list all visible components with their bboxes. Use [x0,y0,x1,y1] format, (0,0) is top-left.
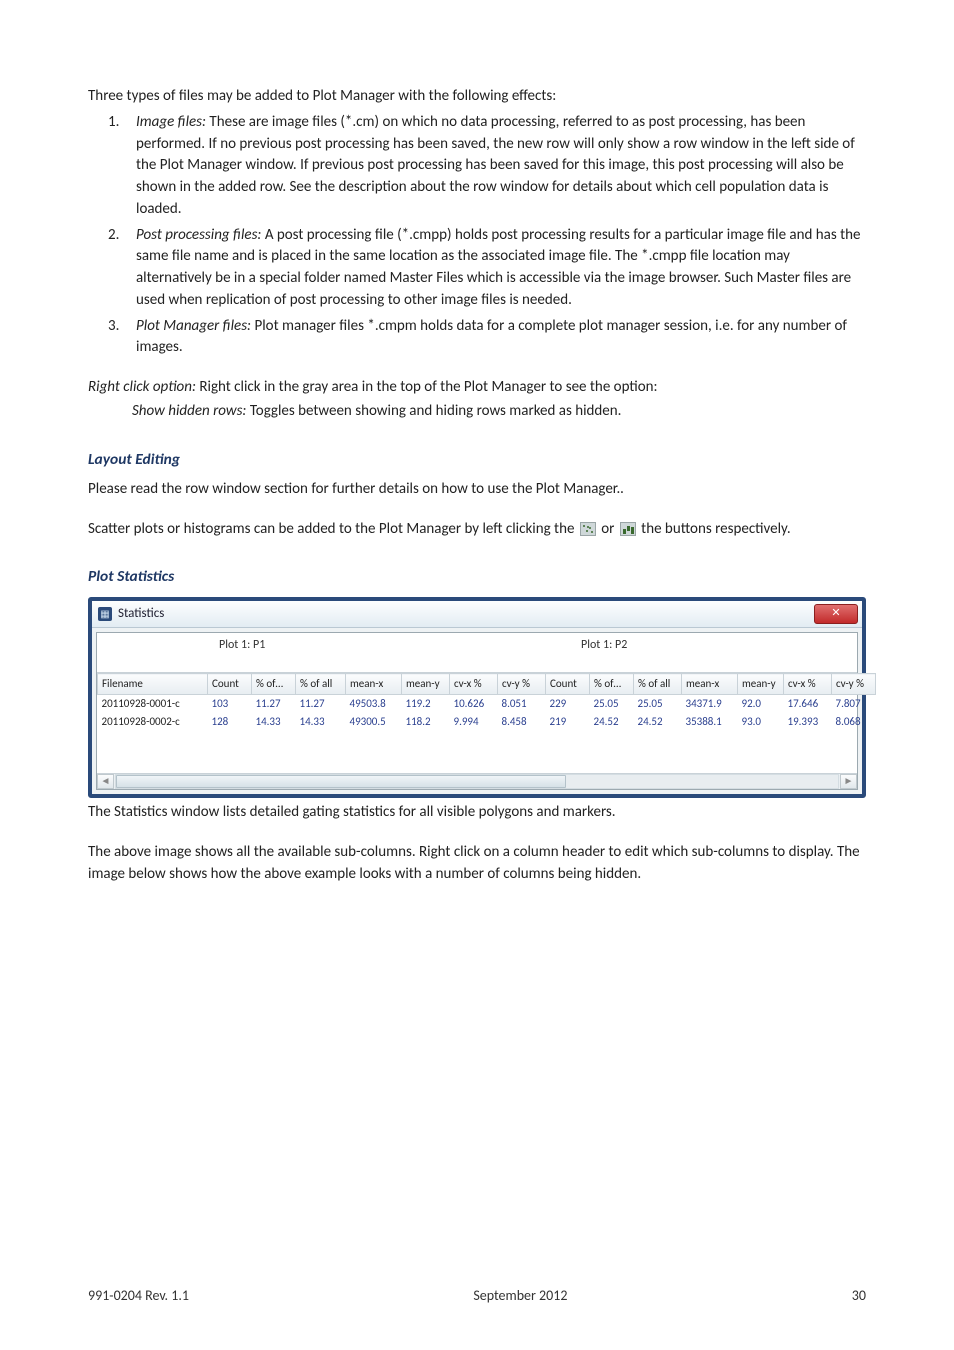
show-hidden-rows: Show hidden rows: Toggles between showin… [88,401,866,423]
stats-caption-1: The Statistics window lists detailed gat… [88,802,866,824]
statistics-body: Plot 1: P1 Plot 1: P2 Filename Count % o… [96,632,858,790]
col-pct-of-all-2[interactable]: % of all [634,674,682,695]
scroll-left-button[interactable]: ◄ [97,774,114,789]
cell: 9.994 [450,713,498,731]
cell: 8.458 [498,713,546,731]
cell: 103 [208,695,252,713]
scatter-paragraph: Scatter plots or histograms can be added… [88,519,866,541]
stats-caption-2: The above image shows all the available … [88,842,866,886]
list-item: 1. Image files: These are image files (*… [136,112,866,221]
scroll-thumb[interactable] [116,775,566,788]
list-item: 3. Plot Manager files: Plot manager file… [136,316,866,360]
scatter-plot-icon [580,522,596,536]
cell: 34371.9 [682,695,738,713]
right-click-option: Right click option: Right click in the g… [88,377,866,399]
horizontal-scrollbar[interactable]: ◄ ► [97,773,857,789]
cell: 128 [208,713,252,731]
group-plot1-p1: Plot 1: P1 [213,637,575,654]
table-row[interactable]: 20110928-0002-c 128 14.33 14.33 49300.5 … [98,713,876,731]
col-cvx-2[interactable]: cv-x % [784,674,832,695]
col-pct-of[interactable]: % of… [252,674,296,695]
cell: 49503.8 [346,695,402,713]
heading-layout-editing: Layout Editing [88,449,866,471]
cell: 118.2 [402,713,450,731]
col-mean-y[interactable]: mean-y [402,674,450,695]
cell: 14.33 [296,713,346,731]
scatter-pre: Scatter plots or histograms can be added… [88,520,578,538]
list-number: 2. [108,225,119,247]
list-body: These are image files (*.cm) on which no… [136,113,855,218]
cell: 10.626 [450,695,498,713]
cell: 17.646 [784,695,832,713]
col-cvy-2[interactable]: cv-y % [832,674,876,695]
group-plot1-p2: Plot 1: P2 [575,637,857,654]
heading-plot-statistics: Plot Statistics [88,566,866,588]
col-mean-x-2[interactable]: mean-x [682,674,738,695]
footer-center: September 2012 [473,1286,567,1306]
list-label: Plot Manager files: [136,317,251,335]
statistics-window: ▦ Statistics ✕ Plot 1: P1 Plot 1: P2 F [88,597,866,798]
col-cvy[interactable]: cv-y % [498,674,546,695]
window-titlebar[interactable]: ▦ Statistics ✕ [92,601,862,628]
cell-filename: 20110928-0002-c [98,713,208,731]
col-pct-of-all[interactable]: % of all [296,674,346,695]
cell: 35388.1 [682,713,738,731]
cell: 25.05 [590,695,634,713]
cell: 11.27 [252,695,296,713]
list-label: Image files: [136,113,206,131]
intro-text: Three types of files may be added to Plo… [88,86,866,108]
cell: 229 [546,695,590,713]
col-pct-of-2[interactable]: % of… [590,674,634,695]
layout-paragraph-1: Please read the row window section for f… [88,479,866,501]
cell: 119.2 [402,695,450,713]
cell: 7.807 [832,695,876,713]
cell: 11.27 [296,695,346,713]
shr-body: Toggles between showing and hiding rows … [246,402,621,420]
col-count-2[interactable]: Count [546,674,590,695]
footer-right: 30 [852,1286,866,1306]
cell: 24.52 [590,713,634,731]
scroll-right-button[interactable]: ► [840,774,857,789]
col-mean-x[interactable]: mean-x [346,674,402,695]
cell: 25.05 [634,695,682,713]
table-row[interactable]: 20110928-0001-c 103 11.27 11.27 49503.8 … [98,695,876,713]
rco-body: Right click in the gray area in the top … [196,378,658,396]
shr-label: Show hidden rows: [132,402,246,420]
scatter-post: the buttons respectively. [641,520,790,538]
statistics-table: Filename Count % of… % of all mean-x mea… [97,673,876,773]
col-count[interactable]: Count [208,674,252,695]
col-cvx[interactable]: cv-x % [450,674,498,695]
list-label: Post processing files: [136,226,261,244]
window-title: Statistics [118,605,814,624]
cell: 8.051 [498,695,546,713]
column-group-header: Plot 1: P1 Plot 1: P2 [97,633,857,673]
col-mean-y-2[interactable]: mean-y [738,674,784,695]
histogram-icon [620,522,636,536]
list-item: 2. Post processing files: A post process… [136,225,866,312]
cell: 8.068 [832,713,876,731]
cell: 14.33 [252,713,296,731]
cell: 24.52 [634,713,682,731]
footer-left: 991-0204 Rev. 1.1 [88,1286,189,1306]
window-close-button[interactable]: ✕ [814,604,858,624]
cell: 92.0 [738,695,784,713]
scroll-track[interactable] [115,774,839,789]
cell: 49300.5 [346,713,402,731]
rco-label: Right click option: [88,378,196,396]
cell-filename: 20110928-0001-c [98,695,208,713]
window-app-icon: ▦ [98,607,112,621]
col-filename[interactable]: Filename [98,674,208,695]
cell: 219 [546,713,590,731]
cell: 19.393 [784,713,832,731]
table-header-row[interactable]: Filename Count % of… % of all mean-x mea… [98,674,876,695]
page-footer: 991-0204 Rev. 1.1 September 2012 30 [88,1286,866,1306]
list-number: 3. [108,316,119,338]
file-types-list: 1. Image files: These are image files (*… [88,112,866,359]
cell: 93.0 [738,713,784,731]
list-number: 1. [108,112,119,134]
scatter-mid: or [601,520,618,538]
